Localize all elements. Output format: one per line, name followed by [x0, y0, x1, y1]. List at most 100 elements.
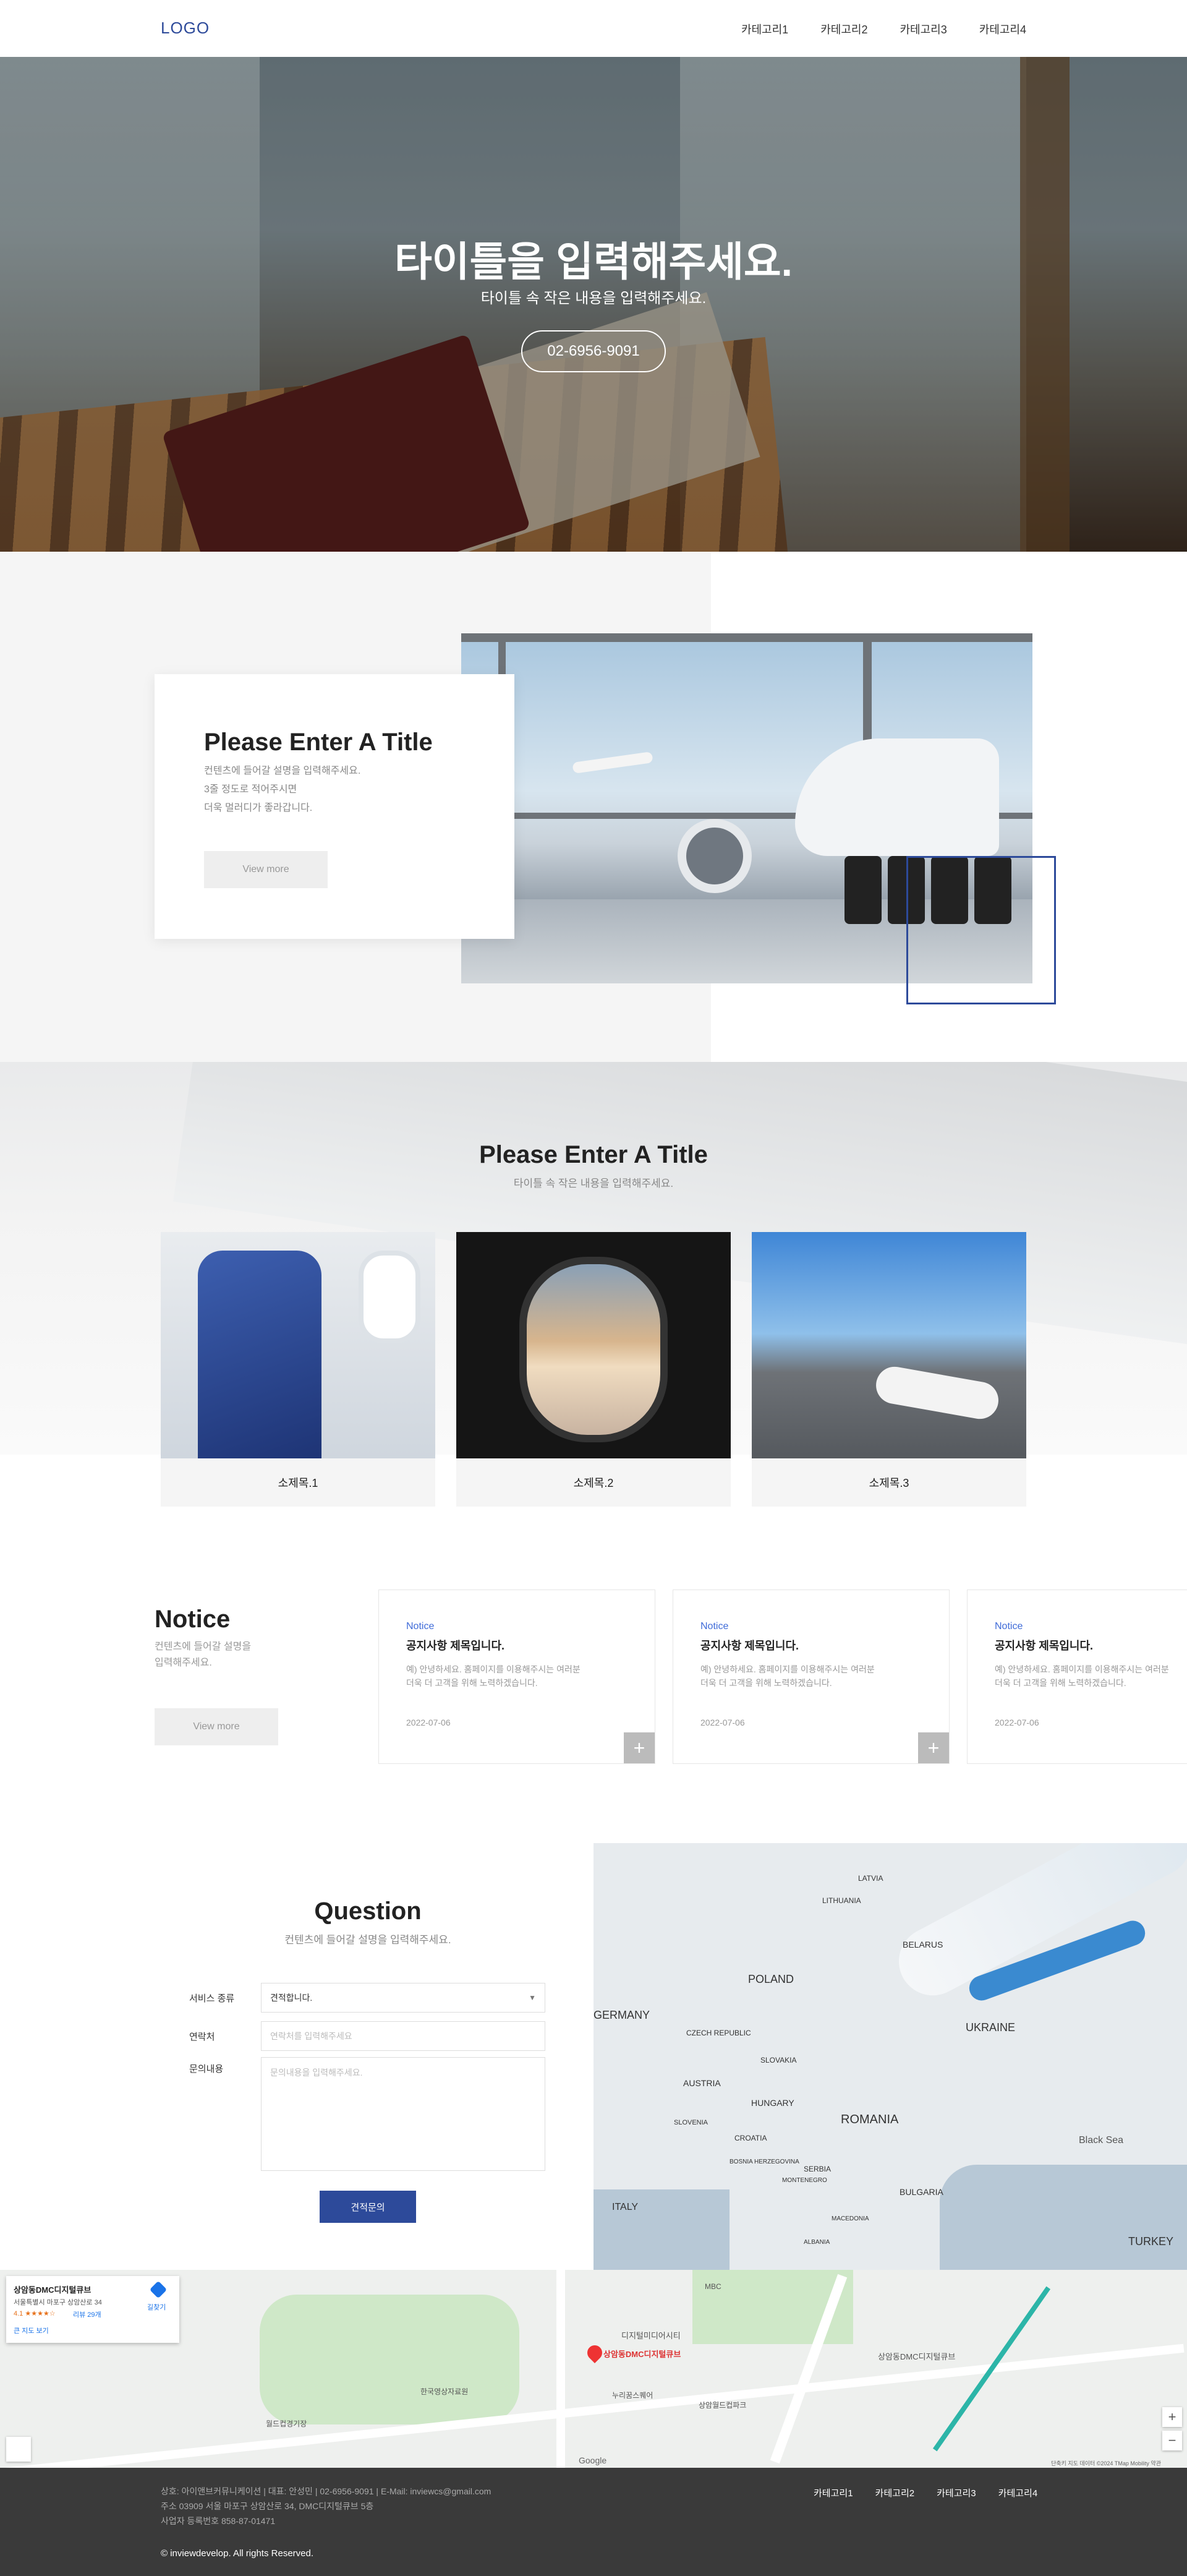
window-view	[519, 1257, 668, 1442]
runway-photo	[752, 1232, 1026, 1458]
content-label: 문의내용	[189, 2064, 224, 2074]
map-label: ROMANIA	[841, 2113, 899, 2126]
nav-item-2[interactable]: 카테고리2	[820, 21, 867, 37]
notice-card-title: 공지사항 제목입니다.	[700, 1640, 799, 1652]
map-label: MONTENEGRO	[782, 2177, 827, 2184]
map-label: TURKEY	[1128, 2235, 1174, 2248]
main-nav: 카테고리1 카테고리2 카테고리3 카테고리4	[741, 21, 1026, 37]
gallery-subtitle: 타이틀 속 작은 내용을 입력해주세요.	[513, 1178, 674, 1189]
notice-tag: Notice	[406, 1621, 435, 1632]
accent-frame	[906, 856, 1056, 1004]
contact-input[interactable]: 연락처를 입력해주세요	[261, 2021, 545, 2051]
map-label: MACEDONIA	[832, 2215, 869, 2222]
map-place-label: 상암동DMC디지털큐브	[878, 2352, 956, 2361]
map-label: SLOVENIA	[674, 2119, 708, 2126]
map-label: BULGARIA	[900, 2187, 943, 2197]
notice-card-body: 예) 안녕하세요. 홈페이지를 이용해주시는 여러분	[700, 1664, 875, 1674]
site-footer: 상호: 아이앤브커뮤니케이션 | 대표: 안성민 | 02-6956-9091 …	[0, 2468, 1187, 2576]
service-select[interactable]: 견적합니다. ▼	[261, 1983, 545, 2013]
notice-card[interactable]: Notice 공지사항 제목입니다. 예) 안녕하세요. 홈페이지를 이용해주시…	[967, 1590, 1187, 1764]
about-text-line: 3줄 정도로 적어주시면	[204, 784, 297, 795]
directions-icon[interactable]	[149, 2280, 168, 2299]
nav-item-1[interactable]: 카테고리1	[741, 21, 788, 37]
footer-business-number: 사업자 등록번호 858-87-01471	[161, 2516, 276, 2526]
notice-date: 2022-07-06	[700, 1718, 745, 1727]
place-info-card: 상암동DMC디지털큐브 서울특별시 마포구 상암산로 34 4.1 ★★★★☆ …	[6, 2276, 179, 2343]
pin-label: 상암동DMC디지털큐브	[603, 2350, 681, 2359]
cabin-window	[359, 1251, 420, 1343]
footer-company-info: 상호: 아이앤브커뮤니케이션 | 대표: 안성민 | 02-6956-9091 …	[161, 2486, 491, 2496]
notice-card[interactable]: Notice 공지사항 제목입니다. 예) 안녕하세요. 홈페이지를 이용해주시…	[378, 1590, 655, 1764]
footer-nav-item[interactable]: 카테고리4	[998, 2486, 1038, 2499]
nav-item-4[interactable]: 카테고리4	[979, 21, 1026, 37]
footer-nav-item[interactable]: 카테고리3	[937, 2486, 976, 2499]
gallery-caption: 소제목.2	[573, 1477, 614, 1489]
hero-section: 타이틀을 입력해주세요. 타이틀 속 작은 내용을 입력해주세요. 02-695…	[0, 57, 1187, 552]
zoom-in-button[interactable]: +	[1162, 2407, 1182, 2427]
road	[556, 2270, 565, 2468]
plus-icon[interactable]: +	[624, 1732, 655, 1763]
window-frame	[461, 633, 1032, 642]
map-place-label: 상암월드컵파크	[699, 2401, 747, 2410]
map-label: SERBIA	[804, 2165, 832, 2173]
about-text-line: 더욱 멀러디가 좋라갑니다.	[204, 803, 313, 813]
hero-subtitle: 타이틀 속 작은 내용을 입력해주세요.	[480, 290, 707, 307]
map-label: LITHUANIA	[822, 1896, 861, 1905]
seat-photo	[161, 1232, 435, 1458]
gallery-caption: 소제목.1	[278, 1477, 318, 1489]
about-text-line: 컨텐츠에 들어갈 설명을 입력해주세요.	[204, 766, 361, 776]
notice-date: 2022-07-06	[995, 1718, 1039, 1727]
larger-map-link[interactable]: 큰 지도 보기	[14, 2326, 49, 2335]
footer-nav-item[interactable]: 카테고리1	[814, 2486, 853, 2499]
footer-nav-item[interactable]: 카테고리2	[875, 2486, 915, 2499]
directions-link[interactable]: 길찾기	[147, 2302, 166, 2312]
map-type-toggle[interactable]	[6, 2437, 31, 2462]
notice-card-body: 더욱 더 고객을 위해 노력하겠습니다.	[995, 1678, 1126, 1688]
about-title: Please Enter A Title	[204, 729, 433, 756]
map-label: ALBANIA	[804, 2239, 830, 2246]
europe-map-image: LATVIA LITHUANIA BELARUS POLAND GERMANY …	[594, 1843, 1187, 2270]
gallery-caption: 소제목.3	[869, 1477, 909, 1489]
location-map[interactable]: 디지털미디어시티 상암동DMC디지털큐브 월드컵경기장 MBC 상암월드컵파크 …	[0, 2270, 1187, 2468]
service-value: 견적합니다.	[270, 1993, 313, 2003]
map-place-label: MBC	[705, 2282, 721, 2291]
about-card: Please Enter A Title 컨텐츠에 들어갈 설명을 입력해주세요…	[155, 674, 514, 939]
map-label: UKRAINE	[966, 2021, 1016, 2034]
map-label: GERMANY	[594, 2009, 650, 2021]
notice-desc: 컨텐츠에 들어갈 설명을	[155, 1641, 252, 1652]
airplane-engine	[678, 819, 752, 893]
place-address: 서울특별시 마포구 상암산로 34	[14, 2299, 102, 2306]
logo[interactable]: LOGO	[161, 19, 210, 38]
flying-plane	[572, 751, 653, 774]
submit-button[interactable]: 견적문의	[320, 2191, 416, 2223]
place-reviews[interactable]: 리뷰 29개	[73, 2309, 101, 2319]
gallery-card[interactable]: 소제목.2	[456, 1232, 731, 1507]
phone-button[interactable]: 02-6956-9091	[521, 330, 666, 372]
plus-icon[interactable]: +	[918, 1732, 949, 1763]
gallery-card[interactable]: 소제목.3	[752, 1232, 1026, 1507]
about-section: Please Enter A Title 컨텐츠에 들어갈 설명을 입력해주세요…	[0, 552, 1187, 1062]
map-place-label: 한국영상자료원	[420, 2387, 469, 2396]
seat-shape	[198, 1251, 321, 1458]
black-sea	[940, 2165, 1187, 2270]
map-place-label: 월드컵경기장	[266, 2420, 307, 2428]
notice-view-more-button[interactable]: View more	[155, 1708, 278, 1745]
chevron-down-icon: ▼	[529, 1993, 536, 2002]
content-textarea[interactable]: 문의내용을 입력해주세요.	[261, 2057, 545, 2171]
nav-item-3[interactable]: 카테고리3	[900, 21, 947, 37]
map-pin-icon[interactable]	[584, 2342, 605, 2363]
notice-title: Notice	[155, 1606, 231, 1633]
notice-card[interactable]: Notice 공지사항 제목입니다. 예) 안녕하세요. 홈페이지를 이용해주시…	[673, 1590, 950, 1764]
zoom-out-button[interactable]: −	[1162, 2431, 1182, 2450]
view-more-button[interactable]: View more	[204, 851, 328, 888]
notice-card-body: 예) 안녕하세요. 홈페이지를 이용해주시는 여러분	[995, 1664, 1169, 1674]
gallery-card[interactable]: 소제목.1	[161, 1232, 435, 1507]
question-section: Question 컨텐츠에 들어갈 설명을 입력해주세요. 서비스 종류 견적합…	[0, 1843, 594, 2270]
notice-tag: Notice	[700, 1621, 729, 1632]
place-name: 상암동DMC디지털큐브	[14, 2285, 91, 2295]
site-header: LOGO 카테고리1 카테고리2 카테고리3 카테고리4	[0, 0, 1187, 57]
contact-label: 연락처	[189, 2032, 215, 2042]
map-label: Black Sea	[1079, 2135, 1124, 2146]
gallery-section: Please Enter A Title 타이틀 속 작은 내용을 입력해주세요…	[0, 1062, 1187, 1532]
notice-card-body: 더욱 더 고객을 위해 노력하겠습니다.	[406, 1678, 538, 1688]
